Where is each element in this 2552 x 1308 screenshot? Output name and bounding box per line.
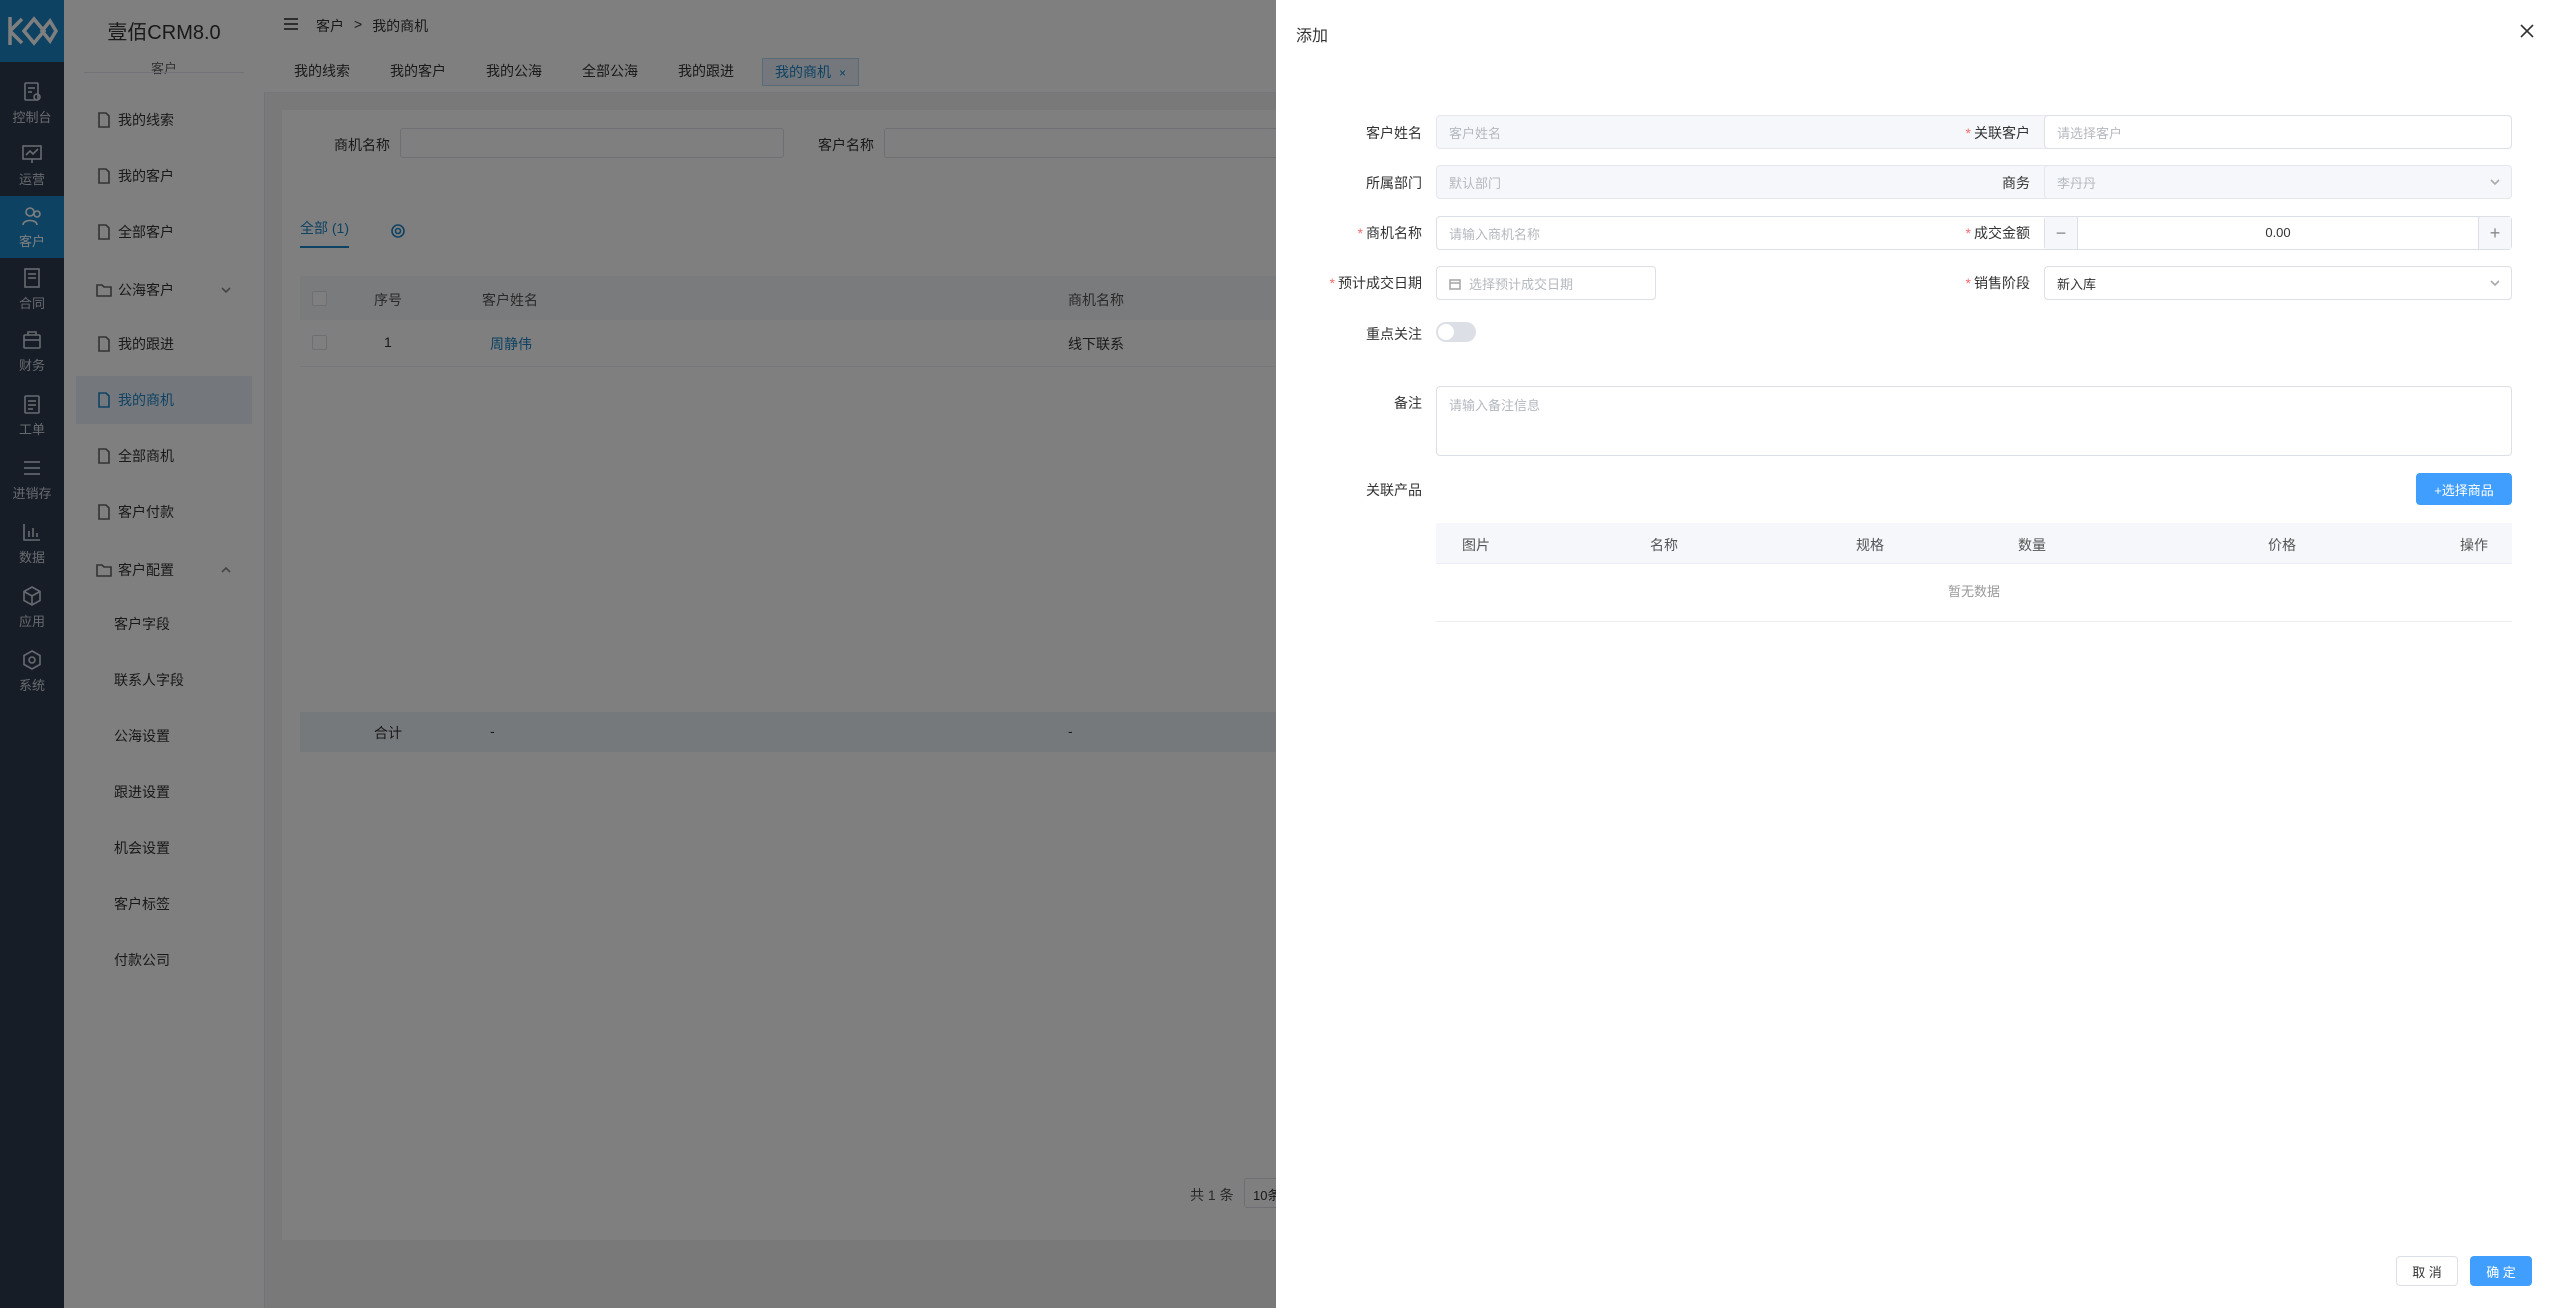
- customer-name-placeholder: 客户姓名: [1449, 125, 1502, 141]
- column-header: 价格: [2268, 537, 2296, 553]
- label-text: 客户姓名: [1366, 125, 1422, 141]
- toggle-knob: [1438, 324, 1454, 340]
- business-value: 李丹丹: [2057, 175, 2097, 191]
- opportunity-name-placeholder: 请输入商机名称: [1449, 226, 1541, 242]
- required-mark: *: [1965, 275, 1971, 291]
- business-select[interactable]: 李丹丹: [2044, 165, 2512, 199]
- required-mark: *: [1357, 225, 1363, 241]
- required-mark: *: [1965, 125, 1971, 141]
- remark-label: 备注: [1316, 393, 1422, 413]
- business-label: 商务: [1916, 173, 2030, 193]
- product-table-header: 图片 名称 规格 数量 价格 操作: [1436, 523, 2512, 564]
- expected-date-label: * 预计成交日期: [1296, 273, 1422, 293]
- sales-stage-value: 新入库: [2057, 276, 2097, 292]
- remark-placeholder: 请输入备注信息: [1449, 398, 1541, 413]
- products-label: 关联产品: [1316, 480, 1422, 500]
- deal-amount-value[interactable]: 0.00: [2077, 217, 2479, 249]
- label-text: 成交金额: [1974, 225, 2030, 241]
- column-header: 数量: [2018, 537, 2046, 553]
- focus-label: 重点关注: [1316, 324, 1422, 344]
- label-text: 所属部门: [1366, 175, 1422, 191]
- drawer-title: 添加: [1296, 28, 1329, 45]
- related-customer-input[interactable]: 请选择客户: [2044, 115, 2512, 149]
- label-text: 关联客户: [1974, 125, 2030, 141]
- product-table-empty: 暂无数据: [1436, 563, 2512, 622]
- column-header: 图片: [1462, 537, 1490, 553]
- label-text: 重点关注: [1366, 326, 1422, 342]
- deal-amount-label: * 成交金额: [1916, 223, 2030, 243]
- column-header: 名称: [1650, 537, 1678, 553]
- add-drawer: 添加 客户姓名 客户姓名 * 关联客户 请选择客户 所属部门 默认部门 商务 李丹…: [1276, 0, 2552, 1308]
- label-text: 预计成交日期: [1338, 275, 1422, 291]
- confirm-button[interactable]: 确 定: [2470, 1256, 2532, 1286]
- column-header: 操作: [2460, 537, 2488, 553]
- expected-date-picker[interactable]: 选择预计成交日期: [1436, 266, 1656, 300]
- calendar-icon: [1449, 279, 1461, 290]
- focus-toggle[interactable]: [1436, 322, 1476, 342]
- increment-button[interactable]: +: [2478, 217, 2511, 249]
- required-mark: *: [1965, 225, 1971, 241]
- label-text: 备注: [1394, 395, 1422, 411]
- sales-stage-select[interactable]: 新入库: [2044, 266, 2512, 300]
- label-text: 销售阶段: [1974, 275, 2030, 291]
- department-value: 默认部门: [1449, 175, 1502, 191]
- chevron-down-icon: [2490, 179, 2500, 186]
- related-customer-label: * 关联客户: [1916, 123, 2030, 143]
- decrement-button[interactable]: −: [2045, 217, 2078, 249]
- label-text: 商机名称: [1366, 225, 1422, 241]
- remark-textarea[interactable]: 请输入备注信息: [1436, 386, 2512, 456]
- related-customer-placeholder: 请选择客户: [2057, 125, 2123, 141]
- column-header: 规格: [1856, 537, 1884, 553]
- cancel-button[interactable]: 取 消: [2396, 1256, 2458, 1286]
- customer-name-label: 客户姓名: [1316, 123, 1422, 143]
- label-text: 商务: [2002, 175, 2030, 191]
- required-mark: *: [1329, 275, 1335, 291]
- opportunity-name-label: * 商机名称: [1316, 223, 1422, 243]
- close-icon[interactable]: [2518, 22, 2536, 40]
- expected-date-placeholder: 选择预计成交日期: [1469, 276, 1574, 292]
- sales-stage-label: * 销售阶段: [1916, 273, 2030, 293]
- label-text: 关联产品: [1366, 482, 1422, 498]
- select-goods-button[interactable]: +选择商品: [2416, 473, 2512, 505]
- chevron-down-icon: [2490, 280, 2500, 287]
- deal-amount-stepper[interactable]: − 0.00 +: [2044, 216, 2512, 250]
- department-label: 所属部门: [1316, 173, 1422, 193]
